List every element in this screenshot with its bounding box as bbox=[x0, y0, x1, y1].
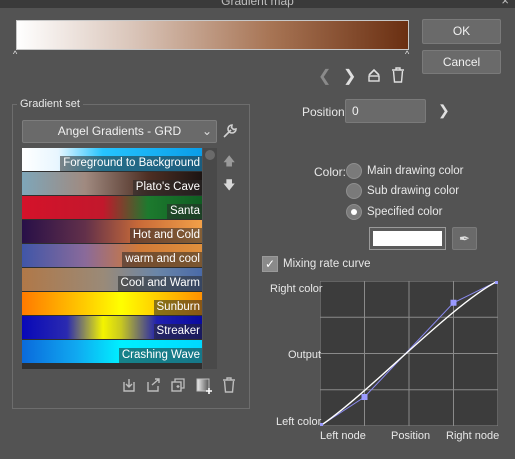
duplicate-icon[interactable] bbox=[170, 377, 186, 393]
scrollbar-thumb[interactable] bbox=[205, 150, 215, 160]
specified-color-swatch[interactable] bbox=[369, 227, 446, 250]
gradient-set-selected: Angel Gradients - GRD bbox=[57, 124, 182, 138]
trash-icon[interactable] bbox=[391, 67, 405, 83]
gradient-list-item[interactable]: Plato's Cave bbox=[22, 172, 202, 195]
chevron-left-icon[interactable]: ❮ bbox=[318, 66, 331, 86]
gradient-list-item[interactable]: Crashing Wave bbox=[22, 340, 202, 363]
curve-control-point[interactable] bbox=[450, 299, 457, 306]
swatch-fill bbox=[373, 231, 442, 246]
gradient-list-item[interactable]: Sunburn bbox=[22, 292, 202, 315]
window-title: Gradient map bbox=[221, 0, 294, 8]
position-input[interactable]: 0 bbox=[345, 99, 426, 123]
chevron-right-icon[interactable]: ❯ bbox=[343, 66, 356, 86]
arrow-up-icon[interactable]: 🡅 bbox=[223, 152, 235, 173]
radio-main-drawing-color[interactable] bbox=[346, 163, 362, 179]
mixing-rate-label: Mixing rate curve bbox=[283, 258, 371, 270]
chevron-down-icon: ⌄ bbox=[201, 124, 212, 138]
curve-control-point[interactable] bbox=[361, 394, 368, 400]
cancel-button[interactable]: Cancel bbox=[422, 50, 501, 74]
radio-label-specified: Specified color bbox=[367, 206, 443, 218]
ok-button[interactable]: OK bbox=[422, 19, 501, 44]
gradient-item-label: Plato's Cave bbox=[132, 180, 202, 195]
radio-label-sub: Sub drawing color bbox=[367, 185, 460, 197]
export-icon[interactable] bbox=[145, 377, 161, 393]
gradient-item-label: Streaker bbox=[153, 324, 202, 339]
curve-label-left-color: Left color bbox=[276, 416, 322, 428]
gradient-item-label: Cool and Warm bbox=[117, 276, 202, 291]
gradient-list-item[interactable]: Cool and Warm bbox=[22, 268, 202, 291]
gradient-item-label: Sunburn bbox=[153, 300, 202, 315]
trash-icon[interactable] bbox=[222, 377, 236, 393]
gradient-list-item[interactable]: warm and cool bbox=[22, 244, 202, 267]
curve-label-output: Output bbox=[288, 349, 322, 361]
mixing-curve-graph[interactable] bbox=[320, 281, 498, 426]
gradient-item-label: Hot and Cold bbox=[129, 228, 202, 243]
gradient-stop-right[interactable]: ^ bbox=[405, 50, 409, 59]
gradient-set-select[interactable]: Angel Gradients - GRD ⌄ bbox=[22, 120, 217, 143]
wrench-icon[interactable] bbox=[221, 122, 239, 140]
radio-label-main: Main drawing color bbox=[367, 165, 464, 177]
gradient-item-label: Santa bbox=[166, 204, 202, 219]
curve-label-right-node: Right node bbox=[446, 430, 500, 442]
gradient-list-item[interactable]: Hot and Cold bbox=[22, 220, 202, 243]
arrow-down-icon[interactable]: 🡇 bbox=[223, 176, 235, 197]
curve-control-point[interactable] bbox=[495, 281, 498, 284]
curve-label-position: Position bbox=[391, 430, 431, 442]
curve-label-right-color: Right color bbox=[270, 283, 323, 295]
gradient-list-item[interactable]: Santa bbox=[22, 196, 202, 219]
gradient-item-label: Crashing Wave bbox=[118, 348, 202, 363]
mixing-rate-checkbox[interactable]: ✓ bbox=[262, 256, 278, 272]
close-icon[interactable]: × bbox=[501, 0, 509, 8]
gradient-item-label: warm and cool bbox=[122, 252, 202, 267]
radio-sub-drawing-color[interactable] bbox=[346, 183, 362, 199]
list-scrollbar[interactable] bbox=[203, 148, 217, 369]
color-label: Color: bbox=[314, 165, 347, 179]
gradient-list[interactable]: Foreground to Background Plato's Cave Sant… bbox=[22, 148, 202, 369]
import-icon[interactable] bbox=[121, 377, 137, 393]
gradient-set-label: Gradient set bbox=[17, 98, 83, 110]
eyedropper-icon[interactable]: ✒ bbox=[452, 227, 477, 250]
gradient-preview-bar[interactable] bbox=[16, 20, 409, 50]
radio-specified-color[interactable] bbox=[346, 204, 362, 220]
curve-label-left-node: Left node bbox=[320, 430, 366, 442]
chevron-right-icon[interactable]: ❯ bbox=[438, 102, 450, 119]
gradient-stop-left[interactable]: ^ bbox=[13, 50, 17, 59]
gradient-list-item[interactable]: Streaker bbox=[22, 316, 202, 339]
gradient-item-label: Foreground to Background bbox=[60, 156, 202, 171]
gradient-list-item[interactable]: Foreground to Background bbox=[22, 148, 202, 171]
flip-icon[interactable] bbox=[366, 67, 382, 83]
add-gradient-icon[interactable] bbox=[195, 377, 213, 395]
position-label: Position: bbox=[302, 105, 349, 119]
